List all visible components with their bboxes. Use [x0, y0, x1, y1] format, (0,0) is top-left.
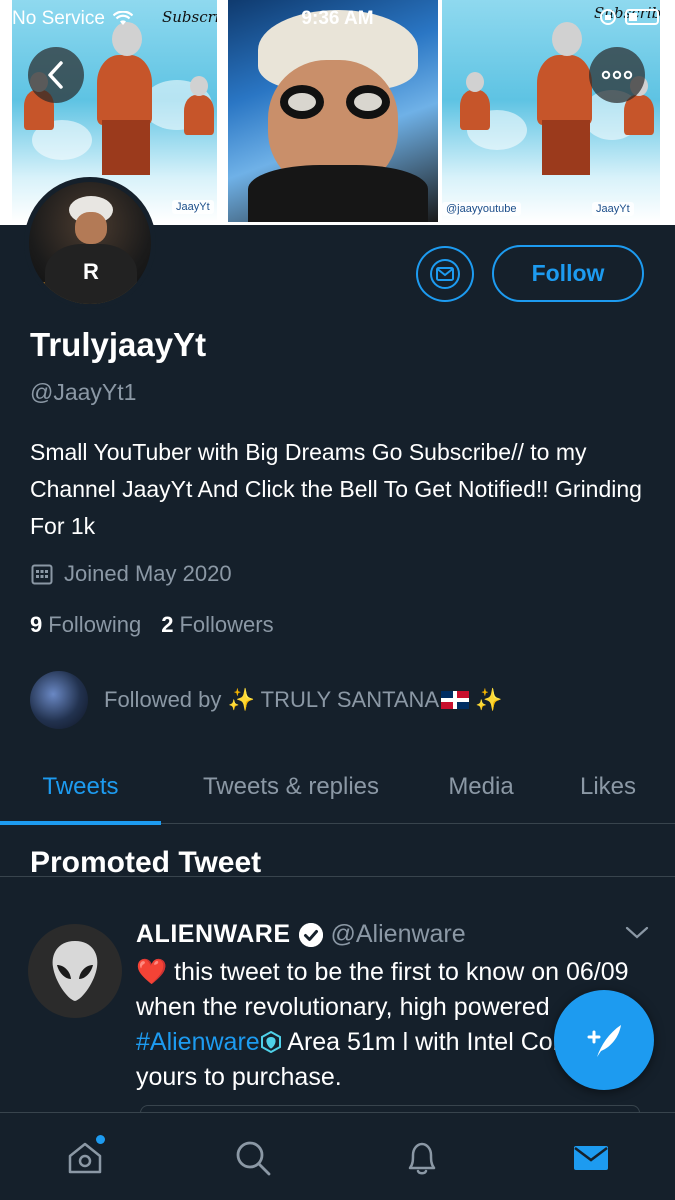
tweet-text-part1: this tweet to be the first to know on 06…	[136, 958, 629, 1021]
calendar-icon	[31, 564, 53, 585]
tab-likes[interactable]: Likes	[541, 750, 675, 824]
status-time: 9:36 AM	[301, 8, 374, 29]
tweet-author-handle[interactable]: @Alienware	[331, 920, 466, 949]
banner-tag-left: JaayYt	[172, 200, 214, 214]
home-icon	[68, 1142, 102, 1174]
tweet-author-avatar[interactable]	[28, 924, 122, 1018]
verified-badge-icon	[298, 922, 323, 947]
follow-button[interactable]: Follow	[492, 245, 644, 302]
joined-text: Joined May 2020	[64, 561, 232, 586]
profile-display-name: TrulyjaayYt	[30, 326, 207, 363]
tweet-menu-button[interactable]	[624, 925, 650, 946]
nav-search[interactable]	[228, 1133, 278, 1183]
nav-home[interactable]	[60, 1133, 110, 1183]
hashtag-link[interactable]: #Alienware	[136, 1028, 260, 1056]
followed-by-name: TRULY SANTANA	[260, 687, 440, 712]
search-icon	[236, 1141, 271, 1176]
alien-head-icon	[52, 941, 98, 1001]
followers-count: 2	[161, 612, 174, 637]
bell-icon	[408, 1142, 436, 1175]
profile-avatar[interactable]: R	[24, 177, 156, 309]
sparkles-emoji-2: ✨	[475, 687, 503, 712]
tweet-author-name[interactable]: ALIENWARE	[136, 920, 291, 949]
more-icon	[601, 70, 633, 80]
followed-by-prefix: Followed by	[104, 687, 222, 712]
tab-media[interactable]: Media	[421, 750, 541, 824]
tweet-header: ALIENWARE @Alienware	[136, 920, 466, 949]
battery-icon	[625, 9, 659, 25]
promoted-tweet-heading: Promoted Tweet	[30, 846, 262, 879]
red-heart-emoji: ❤️	[136, 958, 168, 986]
followed-by-row[interactable]: Followed by ✨ TRULY SANTANA ✨	[30, 671, 503, 729]
chevron-down-icon	[625, 926, 649, 939]
alienware-hashflag-icon	[260, 1031, 281, 1053]
follower-avatar	[30, 671, 88, 729]
mail-icon	[574, 1146, 608, 1170]
compose-icon	[587, 1025, 621, 1057]
sparkles-emoji: ✨	[227, 687, 255, 712]
profile-tabs: Tweets Tweets & replies Media Likes	[0, 750, 675, 825]
following-link[interactable]: 9 Following	[30, 612, 141, 638]
followers-label: Followers	[179, 612, 274, 637]
bottom-navigation	[0, 1112, 675, 1200]
profile-handle: @JaayYt1	[30, 379, 137, 405]
profile-bio: Small YouTuber with Big Dreams Go Subscr…	[30, 439, 642, 539]
orientation-lock-icon	[600, 9, 616, 25]
avatar-logo: R	[83, 259, 99, 284]
tab-tweets-and-replies[interactable]: Tweets & replies	[161, 750, 421, 824]
compose-tweet-button[interactable]	[554, 990, 654, 1090]
nav-messages[interactable]	[566, 1133, 616, 1183]
banner-tag-mid: @jaayyoutube	[442, 202, 521, 216]
banner-tag-right: JaayYt	[592, 202, 634, 216]
more-options-button[interactable]	[589, 47, 645, 103]
follow-counts: 9 Following 2 Followers	[30, 612, 274, 638]
dominican-flag-emoji	[441, 691, 470, 709]
home-notification-dot	[96, 1135, 105, 1144]
back-button[interactable]	[28, 47, 84, 103]
chevron-left-icon	[48, 61, 63, 89]
followers-link[interactable]: 2 Followers	[161, 612, 273, 638]
status-bar: No Service 9:36 AM	[0, 0, 675, 38]
section-divider	[0, 876, 675, 877]
following-label: Following	[48, 612, 142, 637]
message-button[interactable]	[416, 246, 474, 302]
following-count: 9	[30, 612, 43, 637]
tab-tweets[interactable]: Tweets	[0, 750, 161, 825]
joined-date: Joined May 2020	[30, 561, 232, 587]
nav-notifications[interactable]	[397, 1133, 447, 1183]
envelope-icon	[430, 259, 460, 289]
